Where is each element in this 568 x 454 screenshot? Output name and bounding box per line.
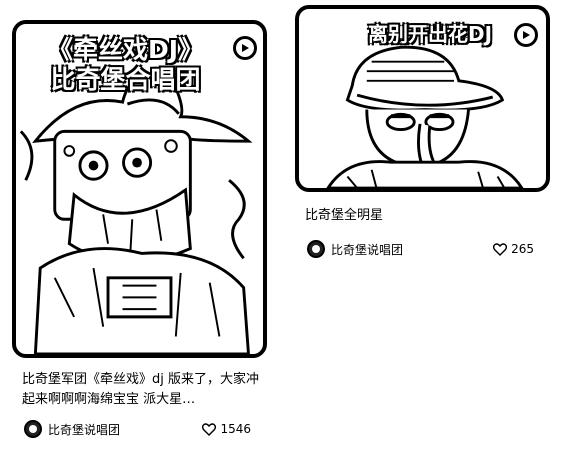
card-caption[interactable]: 比奇堡军团《牵丝戏》dj 版来了，大家冲起来啊啊啊海绵宝宝 派大星… xyxy=(12,370,267,410)
feed: 《牵丝戏DJ》 比奇堡合唱团 比奇堡军团《牵丝戏》dj 版来了，大家冲起来啊啊啊… xyxy=(0,0,568,454)
feed-card[interactable]: 《牵丝戏DJ》 比奇堡合唱团 比奇堡军团《牵丝戏》dj 版来了，大家冲起来啊啊啊… xyxy=(12,20,267,438)
author-info[interactable]: 比奇堡说唱团 xyxy=(307,240,403,258)
play-circle-icon[interactable] xyxy=(233,36,257,60)
heart-outline-icon[interactable] xyxy=(493,242,508,256)
avatar[interactable] xyxy=(307,240,325,258)
heart-outline-icon[interactable] xyxy=(202,422,217,436)
video-cover[interactable]: 《牵丝戏DJ》 比奇堡合唱团 xyxy=(12,20,267,358)
play-circle-icon[interactable] xyxy=(514,23,538,47)
card-meta: 比奇堡说唱团 1546 xyxy=(12,420,267,438)
card-caption[interactable]: 比奇堡全明星 xyxy=(295,206,550,226)
card-meta: 比奇堡说唱团 265 xyxy=(295,240,550,258)
like-count: 265 xyxy=(511,242,534,256)
video-cover[interactable]: 离别开出花DJ xyxy=(295,5,550,192)
like-button[interactable]: 1546 xyxy=(202,422,251,436)
author-info[interactable]: 比奇堡说唱团 xyxy=(24,420,120,438)
cover-title-line1: 离别开出花DJ xyxy=(367,21,493,47)
like-count: 1546 xyxy=(220,422,251,436)
feed-card[interactable]: 离别开出花DJ 比奇堡全明星 比奇堡说唱团 265 xyxy=(295,5,550,258)
avatar[interactable] xyxy=(24,420,42,438)
like-button[interactable]: 265 xyxy=(493,242,534,256)
author-name[interactable]: 比奇堡说唱团 xyxy=(48,421,120,438)
cover-title-line2: 比奇堡合唱团 xyxy=(50,64,202,95)
author-name[interactable]: 比奇堡说唱团 xyxy=(331,241,403,258)
